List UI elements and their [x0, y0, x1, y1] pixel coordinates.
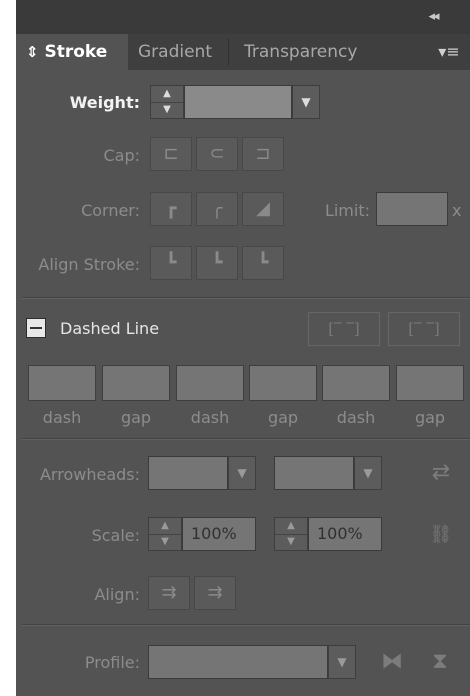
start-scale-input[interactable]: 100%	[182, 517, 256, 551]
align-label: Align:	[94, 585, 140, 604]
arrowheads-label: Arrowheads:	[39, 465, 140, 484]
gap-label-1: gap	[120, 408, 152, 427]
bevel-join-icon[interactable]: ◢	[242, 192, 284, 226]
dash-field-2[interactable]	[176, 365, 244, 401]
dash-field-1[interactable]	[28, 365, 96, 401]
weight-dropdown-icon[interactable]: ▼	[292, 85, 320, 119]
profile-select[interactable]	[148, 645, 328, 679]
gap-field-2[interactable]	[249, 365, 317, 401]
round-join-icon[interactable]: ╭	[196, 192, 238, 226]
section-divider-highlight	[22, 439, 470, 440]
butt-cap-icon[interactable]: ⊏	[150, 137, 192, 171]
stroke-panel: ◂◂ ⇕ Stroke Gradient Transparency ▾≡ Wei…	[16, 0, 470, 696]
tab-transparency[interactable]: Transparency	[234, 34, 384, 70]
section-divider-highlight	[22, 625, 470, 626]
section-divider-highlight	[22, 298, 470, 299]
weight-stepper[interactable]: ▲ ▼	[150, 85, 184, 119]
stepper-down-icon[interactable]: ▼	[275, 534, 307, 550]
dash-label-3: dash	[336, 408, 376, 427]
limit-unit: x	[452, 201, 462, 220]
dashed-line-label: Dashed Line	[60, 319, 160, 338]
align-outside-icon[interactable]: ┗	[242, 246, 284, 280]
profile-dropdown-icon[interactable]: ▼	[328, 645, 356, 679]
gap-field-3[interactable]	[396, 365, 464, 401]
end-arrowhead-select[interactable]	[274, 456, 354, 490]
updown-arrows-icon[interactable]: ⇕	[26, 43, 39, 61]
start-scale-stepper[interactable]: ▲ ▼	[148, 517, 182, 551]
gap-label-2: gap	[267, 408, 299, 427]
projecting-cap-icon[interactable]: ⊐	[242, 137, 284, 171]
gap-field-1[interactable]	[102, 365, 170, 401]
dash-label-1: dash	[42, 408, 82, 427]
arrow-tip-beyond-end-icon[interactable]: ⇉	[148, 576, 190, 610]
scale-label: Scale:	[91, 526, 140, 545]
tab-stroke-label: Stroke	[44, 42, 108, 62]
corner-label: Corner:	[81, 201, 140, 220]
end-scale-input[interactable]: 100%	[308, 517, 382, 551]
dash-label-2: dash	[190, 408, 230, 427]
tab-stroke[interactable]: ⇕ Stroke	[16, 34, 128, 70]
start-arrowhead-select[interactable]	[148, 456, 228, 490]
align-inside-icon[interactable]: ┗	[196, 246, 238, 280]
start-arrowhead-dropdown-icon[interactable]: ▼	[228, 456, 256, 490]
round-cap-icon[interactable]: ⊂	[196, 137, 238, 171]
align-stroke-label: Align Stroke:	[38, 255, 140, 274]
align-dashes-to-corners-icon[interactable]: [‾ ‾]	[388, 312, 460, 346]
stepper-up-icon[interactable]: ▲	[149, 518, 181, 535]
tab-gradient-label: Gradient	[138, 42, 212, 62]
limit-label: Limit:	[324, 201, 370, 220]
dashed-line-checkbox[interactable]	[26, 318, 46, 338]
stepper-up-icon[interactable]: ▲	[151, 86, 183, 103]
stepper-down-icon[interactable]: ▼	[151, 102, 183, 118]
panel-title-bar[interactable]	[16, 0, 470, 34]
tab-transparency-label: Transparency	[244, 42, 358, 62]
gap-label-3: gap	[414, 408, 446, 427]
cap-label: Cap:	[103, 146, 140, 165]
profile-label: Profile:	[84, 653, 140, 672]
arrow-tip-at-end-icon[interactable]: ⇉	[194, 576, 236, 610]
flip-horizontal-icon[interactable]: ⧓	[376, 647, 408, 677]
weight-label: Weight:	[69, 93, 140, 112]
panel-menu-icon[interactable]: ▾≡	[434, 42, 464, 62]
end-scale-stepper[interactable]: ▲ ▼	[274, 517, 308, 551]
miter-join-icon[interactable]: ┏	[150, 192, 192, 226]
end-arrowhead-dropdown-icon[interactable]: ▼	[354, 456, 382, 490]
stepper-up-icon[interactable]: ▲	[275, 518, 307, 535]
preserve-dash-lengths-icon[interactable]: [‾ ‾]	[308, 312, 380, 346]
tab-gradient[interactable]: Gradient	[128, 34, 228, 70]
limit-input[interactable]	[376, 192, 448, 226]
stepper-down-icon[interactable]: ▼	[149, 534, 181, 550]
dash-field-3[interactable]	[322, 365, 390, 401]
double-chevron-left-icon[interactable]: ◂◂	[420, 9, 446, 25]
tab-divider	[228, 38, 229, 66]
align-center-icon[interactable]: ┗	[150, 246, 192, 280]
link-scale-icon[interactable]: ⛓	[424, 520, 458, 550]
flip-vertical-icon[interactable]: ⧗	[424, 647, 456, 677]
swap-arrows-icon[interactable]: ⇄	[424, 458, 458, 488]
weight-input[interactable]	[184, 85, 292, 119]
